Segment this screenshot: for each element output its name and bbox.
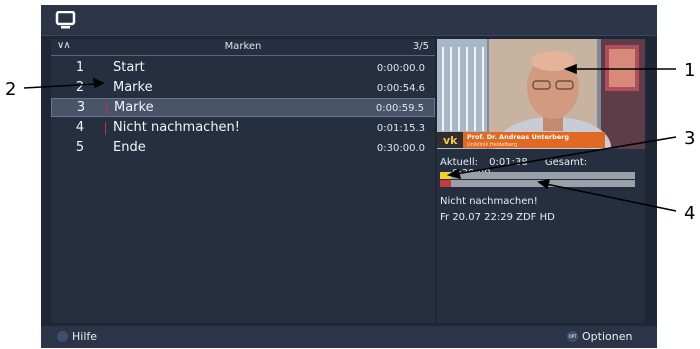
progress-bars: Nicht nachmachen! Fr 20.07 22:29 ZDF HD (440, 172, 635, 223)
mark-name: Marke (114, 100, 154, 115)
mark-position-fill (440, 180, 451, 187)
list-item[interactable]: 2 Marke 0:00:54.6 (51, 79, 435, 98)
channel-logo: vk (443, 134, 458, 147)
current-value: 0:01:38 (489, 157, 528, 168)
mark-name: Nicht nachmachen! (113, 120, 241, 135)
program-title: Nicht nachmachen! (440, 196, 538, 207)
mark-time: 0:00:59.5 (375, 103, 424, 114)
mark-name: Marke (113, 80, 153, 95)
mark-number: 5 (75, 140, 85, 155)
list-count: 3/5 (412, 41, 429, 52)
mark-time: 0:30:00.0 (376, 143, 425, 154)
preview-image: vk Prof. Dr. Andreas Unterberg Uniklinik… (437, 39, 645, 149)
total-label: Gesamt: (544, 157, 588, 168)
list-header: ∨∧ Marken 3/5 (51, 39, 435, 55)
options-label[interactable]: Optionen (582, 330, 632, 343)
mark-number: 1 (75, 60, 85, 75)
mark-time: 0:00:54.6 (376, 83, 425, 94)
banner-subtitle: Uniklinik Heidelberg (467, 142, 517, 148)
header-divider (51, 55, 435, 56)
list-item[interactable]: 4 Nicht nachmachen! 0:01:15.3 (51, 119, 435, 138)
mark-position-bar (440, 180, 635, 187)
playback-progress-bar[interactable] (440, 172, 635, 179)
list-item[interactable]: 5 Ende 0:30:00.0 (51, 139, 435, 158)
marks-list-panel: ∨∧ Marken 3/5 1 Start 0:00:00.0 2 Marke … (51, 39, 435, 323)
mark-number: 3 (76, 100, 86, 115)
mark-name: Start (113, 60, 145, 75)
video-preview: vk Prof. Dr. Andreas Unterberg Uniklinik… (437, 39, 645, 149)
top-bar (41, 5, 657, 36)
mark-number: 4 (75, 120, 85, 135)
mark-flag-icon (106, 102, 107, 115)
list-title: Marken (224, 41, 262, 52)
options-button-icon[interactable]: OPT (567, 331, 578, 342)
mark-name: Ende (113, 140, 146, 155)
program-datetime-channel: Fr 20.07 22:29 ZDF HD (440, 212, 555, 223)
help-label[interactable]: Hilfe (72, 330, 97, 343)
playback-progress-fill (440, 172, 451, 179)
annotation-3: 3 (684, 128, 695, 149)
mark-time: 0:01:15.3 (376, 123, 425, 134)
mark-time: 0:00:00.0 (376, 63, 425, 74)
banner-name: Prof. Dr. Andreas Unterberg (467, 133, 569, 141)
tv-icon (55, 11, 76, 29)
info-panel: vk Prof. Dr. Andreas Unterberg Uniklinik… (437, 39, 645, 323)
annotation-4: 4 (684, 203, 695, 224)
list-item-selected[interactable]: 3 Marke 0:00:59.5 (51, 98, 435, 117)
bottom-bar: Hilfe OPT Optionen (41, 326, 657, 348)
tv-screen: ∨∧ Marken 3/5 1 Start 0:00:00.0 2 Marke … (41, 5, 657, 348)
current-label: Aktuell: (440, 157, 478, 168)
annotation-1: 1 (684, 60, 695, 81)
annotation-2: 2 (5, 79, 16, 100)
mark-flag-icon (105, 122, 106, 135)
mark-number: 2 (75, 80, 85, 95)
help-button-icon[interactable] (57, 331, 68, 342)
list-item[interactable]: 1 Start 0:00:00.0 (51, 59, 435, 78)
